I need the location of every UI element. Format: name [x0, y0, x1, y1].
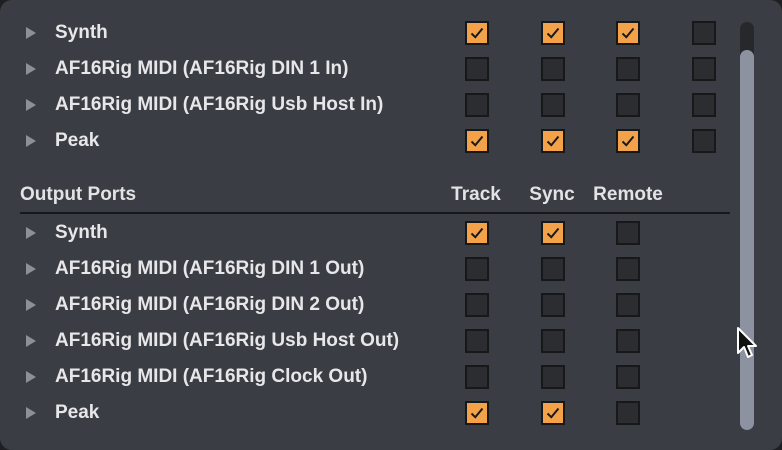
- port-checkbox[interactable]: [465, 21, 489, 45]
- port-checkbox[interactable]: [616, 93, 640, 117]
- port-row[interactable]: AF16Rig MIDI (AF16Rig Usb Host In): [0, 87, 735, 123]
- expand-triangle-icon[interactable]: [26, 227, 36, 239]
- port-checkbox[interactable]: [692, 57, 716, 81]
- port-name: Peak: [55, 130, 100, 151]
- port-name: AF16Rig MIDI (AF16Rig DIN 1 Out): [55, 258, 365, 279]
- expand-triangle-icon[interactable]: [26, 135, 36, 147]
- checkmark-icon: [546, 407, 560, 419]
- port-checkbox[interactable]: [465, 329, 489, 353]
- port-row[interactable]: AF16Rig MIDI (AF16Rig DIN 1 In): [0, 51, 735, 87]
- port-row[interactable]: Synth: [0, 15, 735, 51]
- checkmark-icon: [470, 407, 484, 419]
- expand-triangle-icon[interactable]: [26, 299, 36, 311]
- port-name: Synth: [55, 222, 108, 243]
- checkmark-icon: [470, 135, 484, 147]
- port-row[interactable]: AF16Rig MIDI (AF16Rig DIN 2 Out): [0, 287, 735, 323]
- midi-ports-panel: Synth AF16Rig MIDI (AF16Rig DIN 1 In) AF16…: [0, 0, 782, 450]
- port-checkbox[interactable]: [616, 129, 640, 153]
- port-checkbox[interactable]: [616, 257, 640, 281]
- port-checkbox[interactable]: [465, 221, 489, 245]
- checkmark-icon: [621, 135, 635, 147]
- port-row[interactable]: Peak: [0, 395, 735, 431]
- checkmark-icon: [470, 27, 484, 39]
- port-name: AF16Rig MIDI (AF16Rig Clock Out): [55, 366, 368, 387]
- expand-triangle-icon[interactable]: [26, 371, 36, 383]
- port-checkbox[interactable]: [541, 257, 565, 281]
- port-checkbox[interactable]: [465, 129, 489, 153]
- column-header-remote: Remote: [593, 184, 663, 205]
- port-checkbox[interactable]: [465, 257, 489, 281]
- checkmark-icon: [546, 135, 560, 147]
- expand-triangle-icon[interactable]: [26, 407, 36, 419]
- port-row[interactable]: AF16Rig MIDI (AF16Rig Clock Out): [0, 359, 735, 395]
- checkmark-icon: [470, 227, 484, 239]
- port-checkbox[interactable]: [465, 365, 489, 389]
- port-checkbox[interactable]: [616, 293, 640, 317]
- expand-triangle-icon[interactable]: [26, 263, 36, 275]
- output-ports-title: Output Ports: [20, 184, 137, 205]
- port-name: AF16Rig MIDI (AF16Rig DIN 1 In): [55, 58, 349, 79]
- checkmark-icon: [546, 27, 560, 39]
- port-checkbox[interactable]: [465, 57, 489, 81]
- port-checkbox[interactable]: [616, 329, 640, 353]
- port-checkbox[interactable]: [541, 221, 565, 245]
- port-checkbox[interactable]: [541, 129, 565, 153]
- expand-triangle-icon[interactable]: [26, 335, 36, 347]
- port-checkbox[interactable]: [541, 57, 565, 81]
- port-name: AF16Rig MIDI (AF16Rig Usb Host Out): [55, 330, 400, 351]
- port-name: AF16Rig MIDI (AF16Rig DIN 2 Out): [55, 294, 365, 315]
- port-checkbox[interactable]: [616, 57, 640, 81]
- port-row[interactable]: AF16Rig MIDI (AF16Rig DIN 1 Out): [0, 251, 735, 287]
- port-row[interactable]: AF16Rig MIDI (AF16Rig Usb Host Out): [0, 323, 735, 359]
- expand-triangle-icon[interactable]: [26, 63, 36, 75]
- port-checkbox[interactable]: [616, 221, 640, 245]
- port-checkbox[interactable]: [465, 293, 489, 317]
- port-checkbox[interactable]: [616, 401, 640, 425]
- expand-triangle-icon[interactable]: [26, 27, 36, 39]
- port-name: Peak: [55, 402, 100, 423]
- port-checkbox[interactable]: [692, 93, 716, 117]
- expand-triangle-icon[interactable]: [26, 99, 36, 111]
- port-name: AF16Rig MIDI (AF16Rig Usb Host In): [55, 94, 384, 115]
- port-checkbox[interactable]: [692, 129, 716, 153]
- port-checkbox[interactable]: [541, 93, 565, 117]
- output-ports-header: Output Ports Track Sync Remote: [0, 176, 735, 214]
- port-checkbox[interactable]: [465, 93, 489, 117]
- port-checkbox[interactable]: [616, 21, 640, 45]
- section-divider: [20, 212, 730, 214]
- port-name: Synth: [55, 22, 108, 43]
- port-checkbox[interactable]: [465, 401, 489, 425]
- port-checkbox[interactable]: [541, 21, 565, 45]
- scrollbar-thumb[interactable]: [740, 50, 754, 430]
- port-checkbox[interactable]: [692, 21, 716, 45]
- checkmark-icon: [546, 227, 560, 239]
- port-checkbox[interactable]: [541, 329, 565, 353]
- port-checkbox[interactable]: [616, 365, 640, 389]
- checkmark-icon: [621, 27, 635, 39]
- port-row[interactable]: Synth: [0, 215, 735, 251]
- mouse-cursor-icon: [737, 327, 757, 358]
- port-checkbox[interactable]: [541, 293, 565, 317]
- port-checkbox[interactable]: [541, 401, 565, 425]
- port-checkbox[interactable]: [541, 365, 565, 389]
- port-row[interactable]: Peak: [0, 123, 735, 159]
